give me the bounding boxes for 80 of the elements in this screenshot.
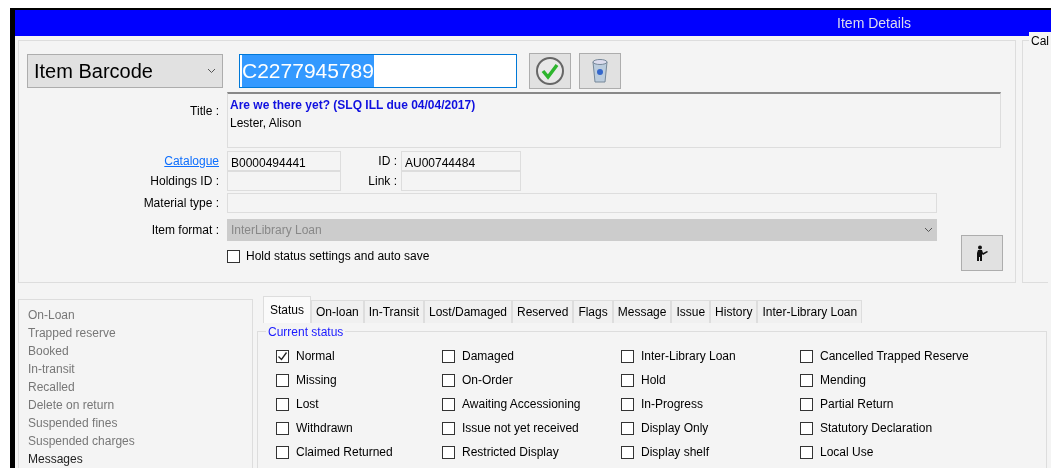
checkbox-label: Missing xyxy=(296,372,337,389)
flag-label: Messages xyxy=(28,451,84,468)
checkbox-label: Lost xyxy=(296,396,319,413)
tab[interactable]: Inter-Library Loan xyxy=(757,300,863,323)
checkbox[interactable] xyxy=(621,397,634,411)
checkbox[interactable] xyxy=(800,445,813,459)
checkbox[interactable] xyxy=(621,373,634,387)
window-title: Item Details xyxy=(837,13,911,33)
field-label: Link : xyxy=(367,173,398,190)
tab[interactable]: Flags xyxy=(573,300,613,323)
checkbox[interactable] xyxy=(276,397,289,411)
checkbox[interactable] xyxy=(227,249,240,263)
flag-label: Suspended charges xyxy=(28,433,136,450)
field-label: Item format : xyxy=(150,222,220,239)
lookup-type-dropdown[interactable]: Item Barcode xyxy=(27,54,223,88)
checkbox[interactable] xyxy=(442,421,455,435)
checkbox[interactable] xyxy=(276,349,289,363)
checkbox[interactable] xyxy=(276,421,289,435)
check-circle-icon xyxy=(535,56,565,86)
checkbox[interactable] xyxy=(621,349,634,363)
flag-label: Booked xyxy=(28,343,70,360)
checkbox[interactable] xyxy=(442,397,455,411)
chevron-down-icon xyxy=(207,68,216,74)
checkbox-label: Statutory Declaration xyxy=(820,420,933,437)
item-author: Lester, Alison xyxy=(230,115,303,132)
tab[interactable]: Issue xyxy=(671,300,711,323)
field-label: ID : xyxy=(377,153,398,170)
checkbox-label: Local Use xyxy=(820,444,874,461)
checkbox-label: Hold status settings and auto save xyxy=(246,248,430,265)
checkbox-label: Restricted Display xyxy=(462,444,559,461)
checkbox[interactable] xyxy=(442,373,455,387)
confirm-button[interactable] xyxy=(529,53,571,89)
flag-label: On-Loan xyxy=(28,307,76,324)
tab[interactable]: Reserved xyxy=(512,300,574,323)
checkbox[interactable] xyxy=(276,445,289,459)
checkbox[interactable] xyxy=(800,421,813,435)
tab[interactable]: History xyxy=(710,300,758,323)
checkbox[interactable] xyxy=(442,349,455,363)
tab[interactable]: On-loan xyxy=(311,300,364,323)
checkbox-label: In-Progress xyxy=(641,396,704,413)
checkbox[interactable] xyxy=(800,397,813,411)
checkbox-label: Awaiting Accessioning xyxy=(462,396,581,413)
flag-label: Recalled xyxy=(28,379,76,396)
figure-button[interactable] xyxy=(961,235,1003,271)
checkbox-label: On-Order xyxy=(462,372,513,389)
checkbox-label: Partial Return xyxy=(820,396,894,413)
checkbox-label: Display shelf xyxy=(641,444,710,461)
flag-label: Trapped reserve xyxy=(28,325,117,342)
field-label: Title : xyxy=(189,103,220,120)
flag-label: Delete on return xyxy=(28,397,116,414)
chevron-down-icon xyxy=(924,227,933,233)
tab[interactable]: Message xyxy=(612,300,672,323)
checkbox-label: Withdrawn xyxy=(296,420,353,437)
field-label: Material type : xyxy=(142,195,220,212)
checkbox[interactable] xyxy=(800,349,813,363)
tab[interactable]: In-Transit xyxy=(363,300,424,323)
item-title: Are we there yet? (SLQ ILL due 04/04/2017) xyxy=(230,97,477,114)
checkbox[interactable] xyxy=(276,373,289,387)
catalogue-link[interactable]: Catalogue xyxy=(164,154,219,168)
checkbox-label: Normal xyxy=(296,348,335,365)
checkbox-label: Damaged xyxy=(462,348,515,365)
checkbox[interactable] xyxy=(621,421,634,435)
checkbox-label: Display Only xyxy=(641,420,709,437)
checkbox-label: Inter-Library Loan xyxy=(641,348,736,365)
figure-icon xyxy=(975,245,989,261)
checkbox-label: Mending xyxy=(820,372,867,389)
field-label: Holdings ID : xyxy=(149,173,220,190)
checkbox-label: Hold xyxy=(641,372,666,389)
checkbox-label: Cancelled Trapped Reserve xyxy=(820,348,969,365)
checkbox[interactable] xyxy=(800,373,813,387)
clear-button[interactable] xyxy=(579,53,621,89)
checkbox[interactable] xyxy=(621,445,634,459)
tab[interactable]: Lost/Damaged xyxy=(423,300,512,323)
checkbox-label: Issue not yet received xyxy=(462,420,579,437)
checkbox[interactable] xyxy=(442,445,455,459)
trash-bin-icon xyxy=(591,58,609,84)
flag-label: In-transit xyxy=(28,361,76,378)
checkbox-label: Claimed Returned xyxy=(296,444,393,461)
tab[interactable]: Status xyxy=(263,296,312,323)
flag-label: Suspended fines xyxy=(28,415,119,432)
